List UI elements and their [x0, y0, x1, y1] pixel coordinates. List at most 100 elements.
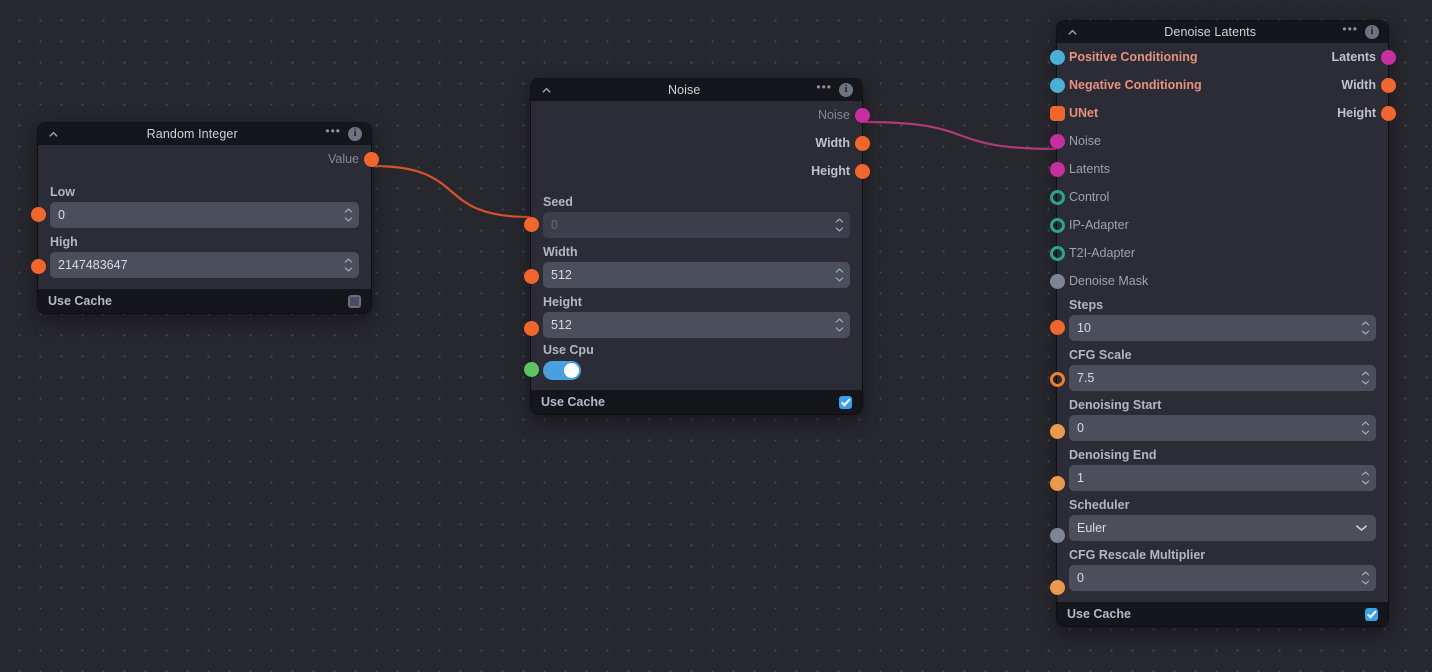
- number-input-denoising_start[interactable]: 0: [1069, 415, 1376, 441]
- field-value: 2147483647: [58, 258, 351, 272]
- use-cache-checkbox[interactable]: [348, 295, 361, 308]
- number-input-steps[interactable]: 10: [1069, 315, 1376, 341]
- output-handle-width[interactable]: [1381, 78, 1396, 93]
- input-handle-width[interactable]: [524, 269, 539, 284]
- number-input-height[interactable]: 512: [543, 312, 850, 338]
- stepper-up-icon[interactable]: [1361, 321, 1370, 327]
- output-handle-height[interactable]: [855, 164, 870, 179]
- chevron-down-icon[interactable]: [1355, 521, 1368, 535]
- number-input-cfg_rescale_multiplier[interactable]: 0: [1069, 565, 1376, 591]
- field-value: 1: [1077, 471, 1368, 485]
- input-port-label: Noise: [1069, 134, 1101, 148]
- input-handle-high[interactable]: [31, 259, 46, 274]
- input-handle-steps[interactable]: [1050, 320, 1065, 335]
- stepper-up-icon[interactable]: [344, 258, 353, 264]
- number-stepper[interactable]: [835, 218, 844, 233]
- number-stepper[interactable]: [1361, 421, 1370, 436]
- stepper-up-icon[interactable]: [1361, 471, 1370, 477]
- stepper-down-icon[interactable]: [1361, 580, 1370, 586]
- number-input-seed[interactable]: 0: [543, 212, 850, 238]
- input-handle-low[interactable]: [31, 207, 46, 222]
- number-stepper[interactable]: [344, 208, 353, 223]
- select-scheduler[interactable]: Euler: [1069, 515, 1376, 541]
- number-stepper[interactable]: [1361, 371, 1370, 386]
- input-handle-seed[interactable]: [524, 217, 539, 232]
- number-input-high[interactable]: 2147483647: [50, 252, 359, 278]
- input-handle-noise[interactable]: [1050, 134, 1065, 149]
- input-handle-denoising_start[interactable]: [1050, 424, 1065, 439]
- chevron-up-icon[interactable]: [47, 128, 59, 140]
- input-handle-height[interactable]: [524, 321, 539, 336]
- ellipsis-icon[interactable]: •••: [816, 81, 832, 93]
- input-handle-use_cpu[interactable]: [524, 362, 539, 377]
- input-handle-denoise-mask[interactable]: [1050, 274, 1065, 289]
- stepper-up-icon[interactable]: [1361, 421, 1370, 427]
- node-header-random-integer[interactable]: Random Integer•••i: [38, 123, 371, 145]
- stepper-up-icon[interactable]: [835, 318, 844, 324]
- input-port-label: Latents: [1069, 162, 1110, 176]
- node-body-noise: NoiseWidthHeightSeed0Width512Height512Us…: [531, 101, 862, 390]
- info-icon[interactable]: i: [839, 83, 853, 97]
- stepper-up-icon[interactable]: [835, 268, 844, 274]
- input-handle-ip-adapter[interactable]: [1050, 218, 1065, 233]
- output-handle-value[interactable]: [364, 152, 379, 167]
- output-port-label: Noise: [818, 108, 850, 122]
- node-random-integer[interactable]: Random Integer•••iValueLow0High214748364…: [38, 123, 371, 313]
- port-row: Positive ConditioningLatents: [1057, 43, 1388, 71]
- stepper-down-icon[interactable]: [1361, 430, 1370, 436]
- node-header-noise[interactable]: Noise•••i: [531, 79, 862, 101]
- ellipsis-icon[interactable]: •••: [1342, 23, 1358, 35]
- input-handle-cfg_scale[interactable]: [1050, 372, 1065, 387]
- input-handle-positive-conditioning[interactable]: [1050, 50, 1065, 65]
- input-handle-latents[interactable]: [1050, 162, 1065, 177]
- number-input-width[interactable]: 512: [543, 262, 850, 288]
- node-denoise-latents[interactable]: Denoise Latents•••iPositive Conditioning…: [1057, 21, 1388, 626]
- info-icon[interactable]: i: [1365, 25, 1379, 39]
- number-stepper[interactable]: [1361, 571, 1370, 586]
- stepper-up-icon[interactable]: [835, 218, 844, 224]
- number-stepper[interactable]: [344, 258, 353, 273]
- field-label: Scheduler: [1069, 498, 1376, 512]
- use-cache-checkbox[interactable]: [839, 396, 852, 409]
- input-handle-negative-conditioning[interactable]: [1050, 78, 1065, 93]
- number-stepper[interactable]: [1361, 471, 1370, 486]
- stepper-up-icon[interactable]: [1361, 571, 1370, 577]
- stepper-up-icon[interactable]: [1361, 371, 1370, 377]
- output-port-label: Latents: [1332, 50, 1376, 64]
- stepper-down-icon[interactable]: [835, 227, 844, 233]
- use-cache-checkbox[interactable]: [1365, 608, 1378, 621]
- ellipsis-icon[interactable]: •••: [325, 125, 341, 137]
- number-input-low[interactable]: 0: [50, 202, 359, 228]
- stepper-down-icon[interactable]: [1361, 380, 1370, 386]
- stepper-down-icon[interactable]: [1361, 480, 1370, 486]
- stepper-down-icon[interactable]: [1361, 330, 1370, 336]
- input-handle-cfg_rescale_multiplier[interactable]: [1050, 580, 1065, 595]
- number-stepper[interactable]: [835, 268, 844, 283]
- node-noise[interactable]: Noise ••• i NoiseWidthHeightSeed0Width512He…: [531, 79, 862, 414]
- chevron-up-icon[interactable]: [540, 84, 552, 96]
- input-handle-unet[interactable]: [1050, 106, 1065, 121]
- output-handle-noise[interactable]: [855, 108, 870, 123]
- input-handle-control[interactable]: [1050, 190, 1065, 205]
- stepper-down-icon[interactable]: [835, 277, 844, 283]
- input-handle-t2i-adapter[interactable]: [1050, 246, 1065, 261]
- number-stepper[interactable]: [1361, 321, 1370, 336]
- output-port-label: Width: [1341, 78, 1376, 92]
- stepper-down-icon[interactable]: [344, 267, 353, 273]
- stepper-down-icon[interactable]: [835, 327, 844, 333]
- info-icon[interactable]: i: [348, 127, 362, 141]
- input-handle-scheduler[interactable]: [1050, 528, 1065, 543]
- output-handle-height[interactable]: [1381, 106, 1396, 121]
- input-handle-denoising_end[interactable]: [1050, 476, 1065, 491]
- chevron-up-icon[interactable]: [1066, 26, 1078, 38]
- node-header-denoise-latents[interactable]: Denoise Latents•••i: [1057, 21, 1388, 43]
- output-handle-width[interactable]: [855, 136, 870, 151]
- output-handle-latents[interactable]: [1381, 50, 1396, 65]
- stepper-up-icon[interactable]: [344, 208, 353, 214]
- stepper-down-icon[interactable]: [344, 217, 353, 223]
- field-denoising_start: Denoising Start0: [1057, 396, 1388, 446]
- toggle-use_cpu[interactable]: [543, 361, 581, 380]
- number-input-cfg_scale[interactable]: 7.5: [1069, 365, 1376, 391]
- number-stepper[interactable]: [835, 318, 844, 333]
- number-input-denoising_end[interactable]: 1: [1069, 465, 1376, 491]
